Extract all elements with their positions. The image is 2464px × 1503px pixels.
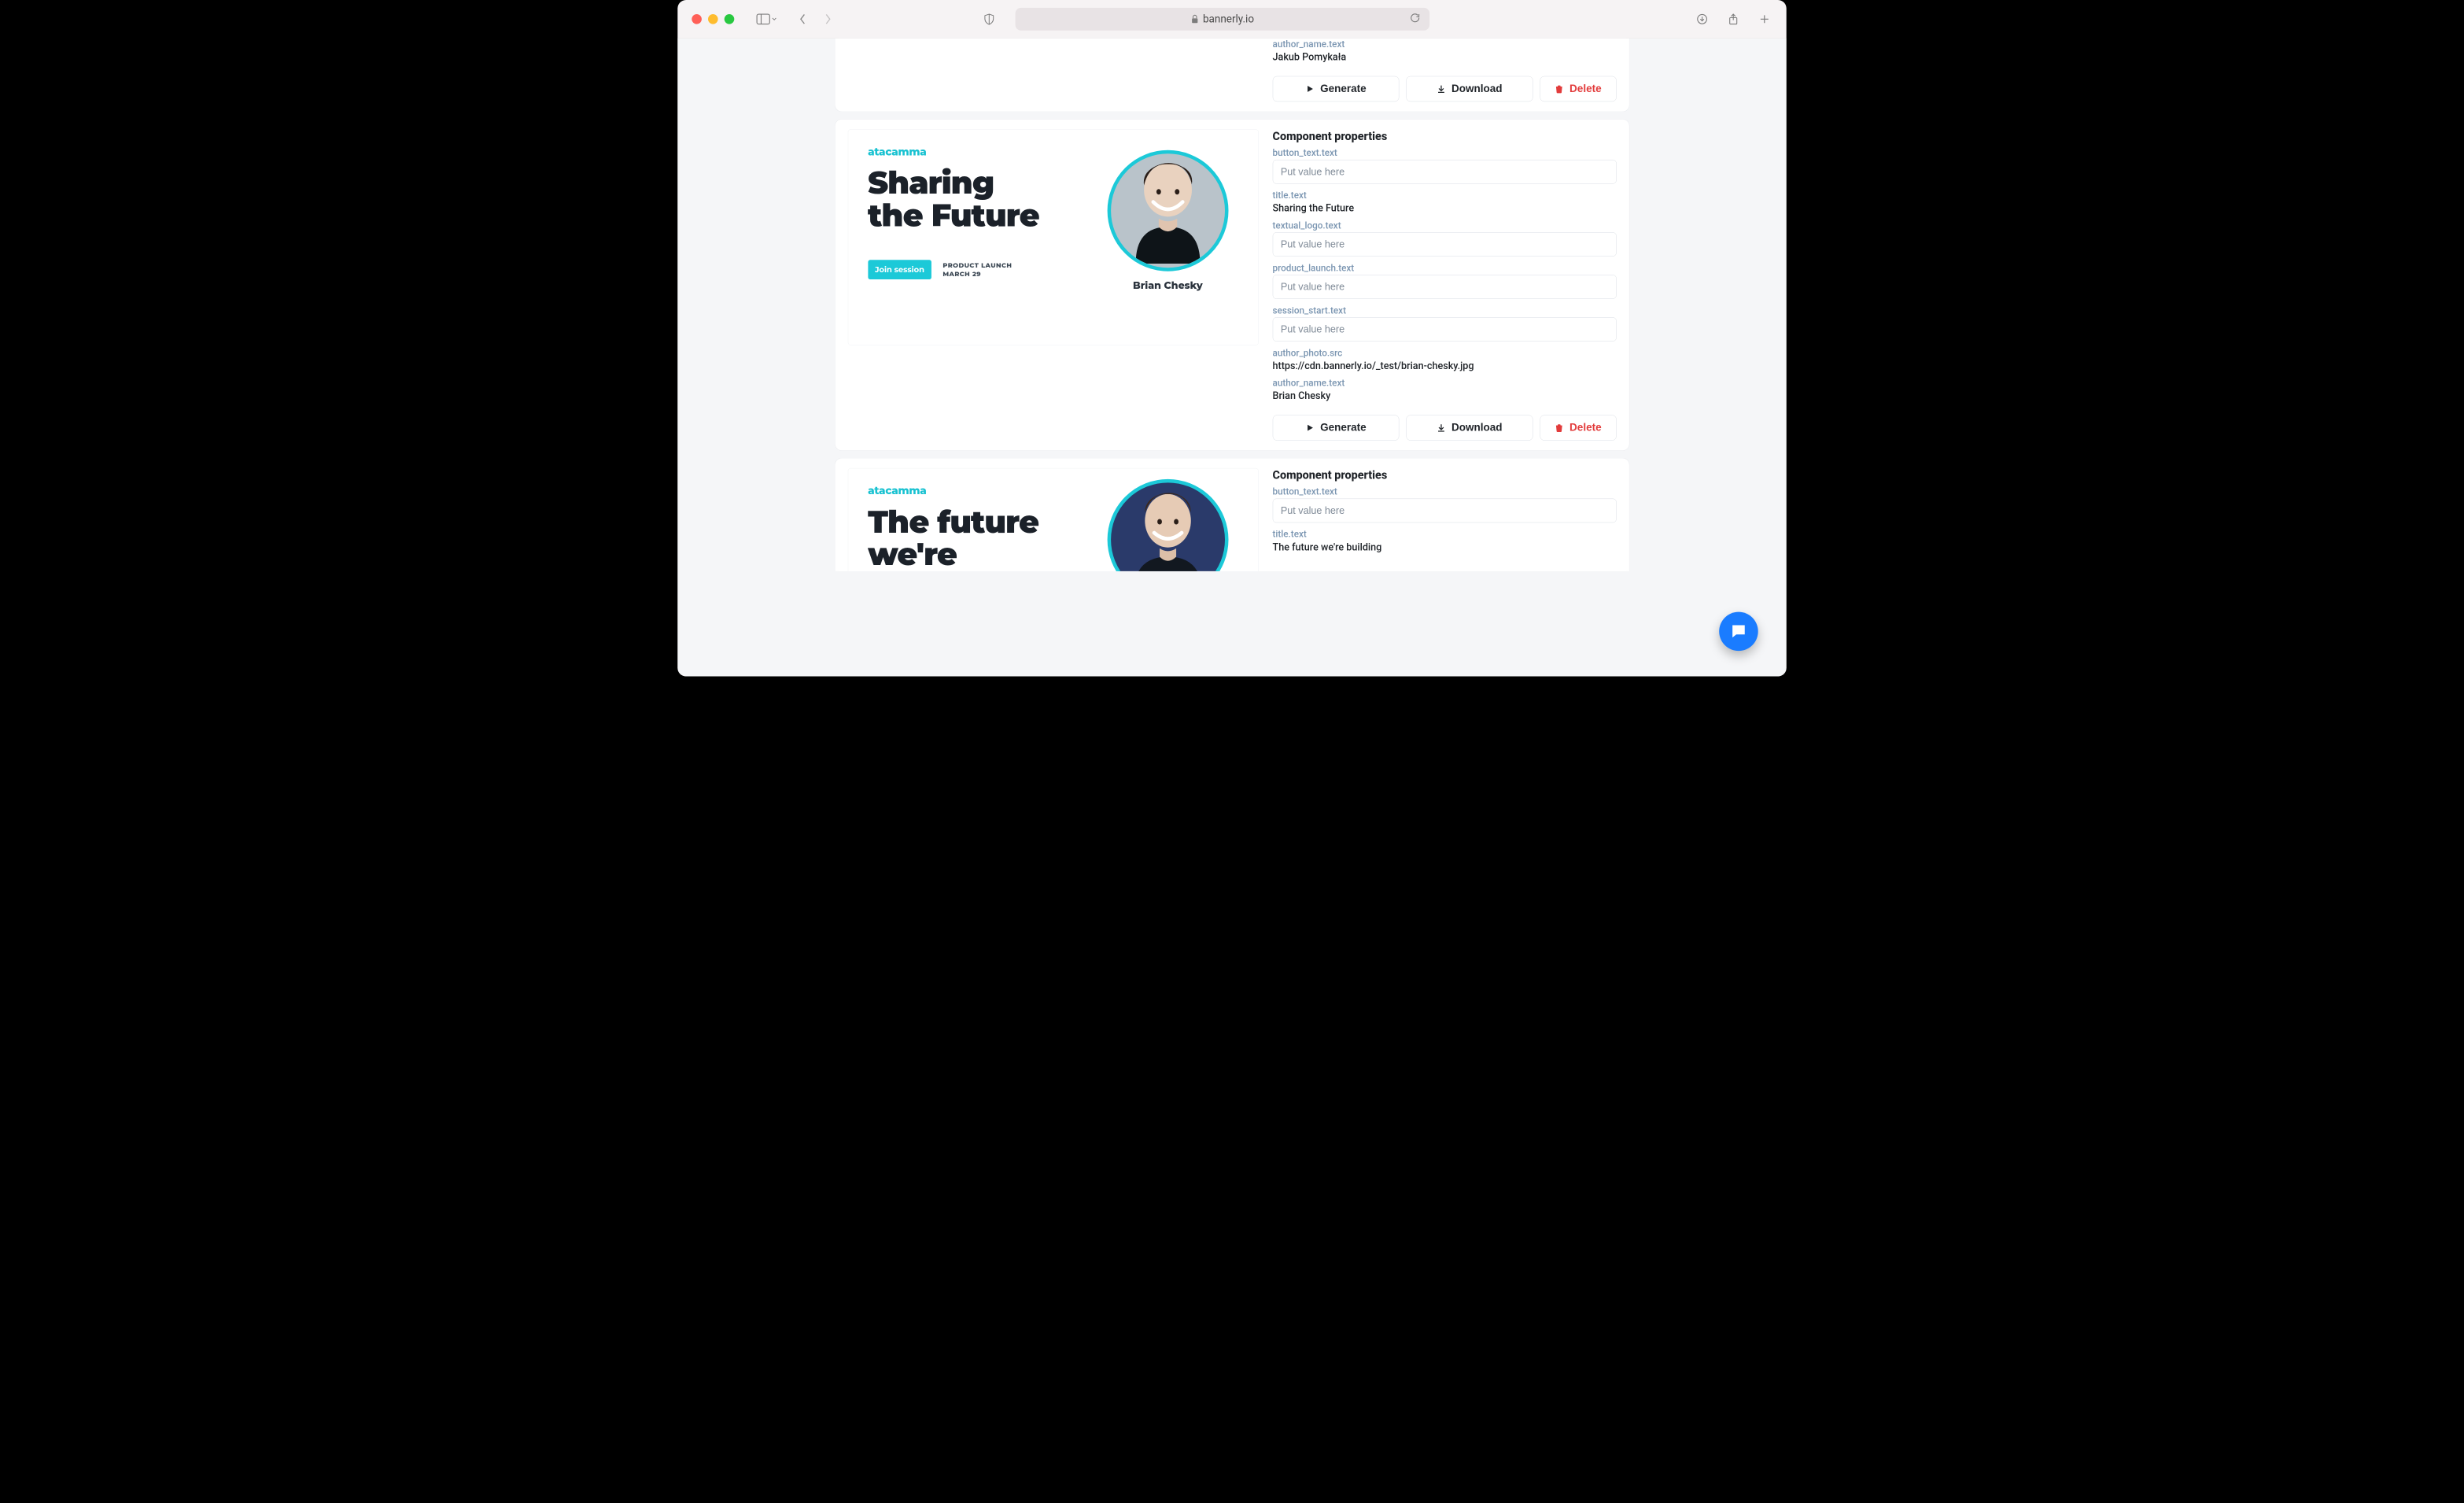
page-content: author_name.text Jakub Pomykała Generate xyxy=(677,39,1786,677)
play-icon xyxy=(1305,423,1315,433)
play-icon xyxy=(1305,84,1315,94)
chat-icon xyxy=(1729,622,1747,641)
generate-button[interactable]: Generate xyxy=(1273,415,1400,440)
banner-card: author_name.text Jakub Pomykała Generate xyxy=(835,39,1629,113)
download-button[interactable]: Download xyxy=(1406,415,1533,440)
button-text-input[interactable] xyxy=(1273,499,1617,523)
download-label: Download xyxy=(1451,422,1502,434)
reload-button[interactable] xyxy=(1410,13,1421,26)
new-tab-button[interactable] xyxy=(1757,11,1772,27)
generate-label: Generate xyxy=(1320,83,1367,94)
download-label: Download xyxy=(1451,83,1502,94)
minimize-window-button[interactable] xyxy=(708,14,718,24)
downloads-button[interactable] xyxy=(1695,11,1710,27)
banner-card: atacamma The future we're xyxy=(835,458,1629,571)
delete-button[interactable]: Delete xyxy=(1540,415,1616,440)
maximize-window-button[interactable] xyxy=(725,14,735,24)
share-button[interactable] xyxy=(1725,11,1741,27)
properties-title: Component properties xyxy=(1273,129,1617,142)
banner-card: atacamma Sharing the Future Join session… xyxy=(835,119,1629,451)
privacy-shield-icon[interactable] xyxy=(981,11,997,27)
prop-value: Sharing the Future xyxy=(1273,202,1617,214)
generate-button[interactable]: Generate xyxy=(1273,76,1400,102)
banner-preview: atacamma The future we're xyxy=(848,468,1259,571)
forward-button[interactable] xyxy=(820,11,835,27)
close-window-button[interactable] xyxy=(692,14,702,24)
prop-label: author_photo.src xyxy=(1273,348,1617,359)
avatar xyxy=(1107,479,1228,571)
safari-window: bannerly.io xyxy=(677,0,1786,677)
prop-label: session_start.text xyxy=(1273,305,1617,316)
prop-label: product_launch.text xyxy=(1273,263,1617,274)
properties-title: Component properties xyxy=(1273,468,1617,482)
prop-value: The future we're building xyxy=(1273,541,1617,553)
download-icon xyxy=(1437,84,1446,94)
textual-logo-input[interactable] xyxy=(1273,232,1617,257)
prop-label: button_text.text xyxy=(1273,486,1617,497)
browser-toolbar: bannerly.io xyxy=(677,0,1786,39)
lock-icon xyxy=(1191,14,1199,24)
prop-label: textual_logo.text xyxy=(1273,220,1617,231)
download-button[interactable]: Download xyxy=(1406,76,1533,102)
delete-label: Delete xyxy=(1570,422,1602,434)
window-controls xyxy=(692,14,734,24)
url-host: bannerly.io xyxy=(1203,13,1254,25)
product-launch-input[interactable] xyxy=(1273,275,1617,299)
chat-fab[interactable] xyxy=(1719,612,1758,652)
generate-label: Generate xyxy=(1320,422,1367,434)
back-button[interactable] xyxy=(795,11,811,27)
prop-label: title.text xyxy=(1273,190,1617,201)
avatar xyxy=(1107,150,1228,271)
download-icon xyxy=(1437,423,1446,433)
prop-value: Jakub Pomykała xyxy=(1273,51,1617,63)
session-start-input[interactable] xyxy=(1273,317,1617,342)
prop-label: author_name.text xyxy=(1273,378,1617,389)
chevron-down-icon xyxy=(771,16,777,22)
prop-value: Brian Chesky xyxy=(1273,390,1617,401)
banner-cta-button: Join session xyxy=(868,260,931,279)
prop-label: author_name.text xyxy=(1273,39,1617,50)
prop-value: https://cdn.bannerly.io/_test/brian-ches… xyxy=(1273,360,1617,371)
banner-meta: PRODUCT LAUNCH MARCH 29 xyxy=(942,261,1012,279)
button-text-input[interactable] xyxy=(1273,160,1617,184)
prop-label: title.text xyxy=(1273,529,1617,540)
banner-person xyxy=(1107,479,1228,571)
banner-person-name: Brian Chesky xyxy=(1107,280,1228,292)
prop-label: button_text.text xyxy=(1273,148,1617,159)
address-bar[interactable]: bannerly.io xyxy=(1016,8,1430,31)
trash-icon xyxy=(1555,84,1564,94)
trash-icon xyxy=(1555,423,1564,433)
banner-preview: atacamma Sharing the Future Join session… xyxy=(848,129,1259,345)
delete-label: Delete xyxy=(1570,83,1602,94)
banner-person: Brian Chesky xyxy=(1107,150,1228,292)
delete-button[interactable]: Delete xyxy=(1540,76,1616,102)
sidebar-toggle-button[interactable] xyxy=(756,13,777,24)
